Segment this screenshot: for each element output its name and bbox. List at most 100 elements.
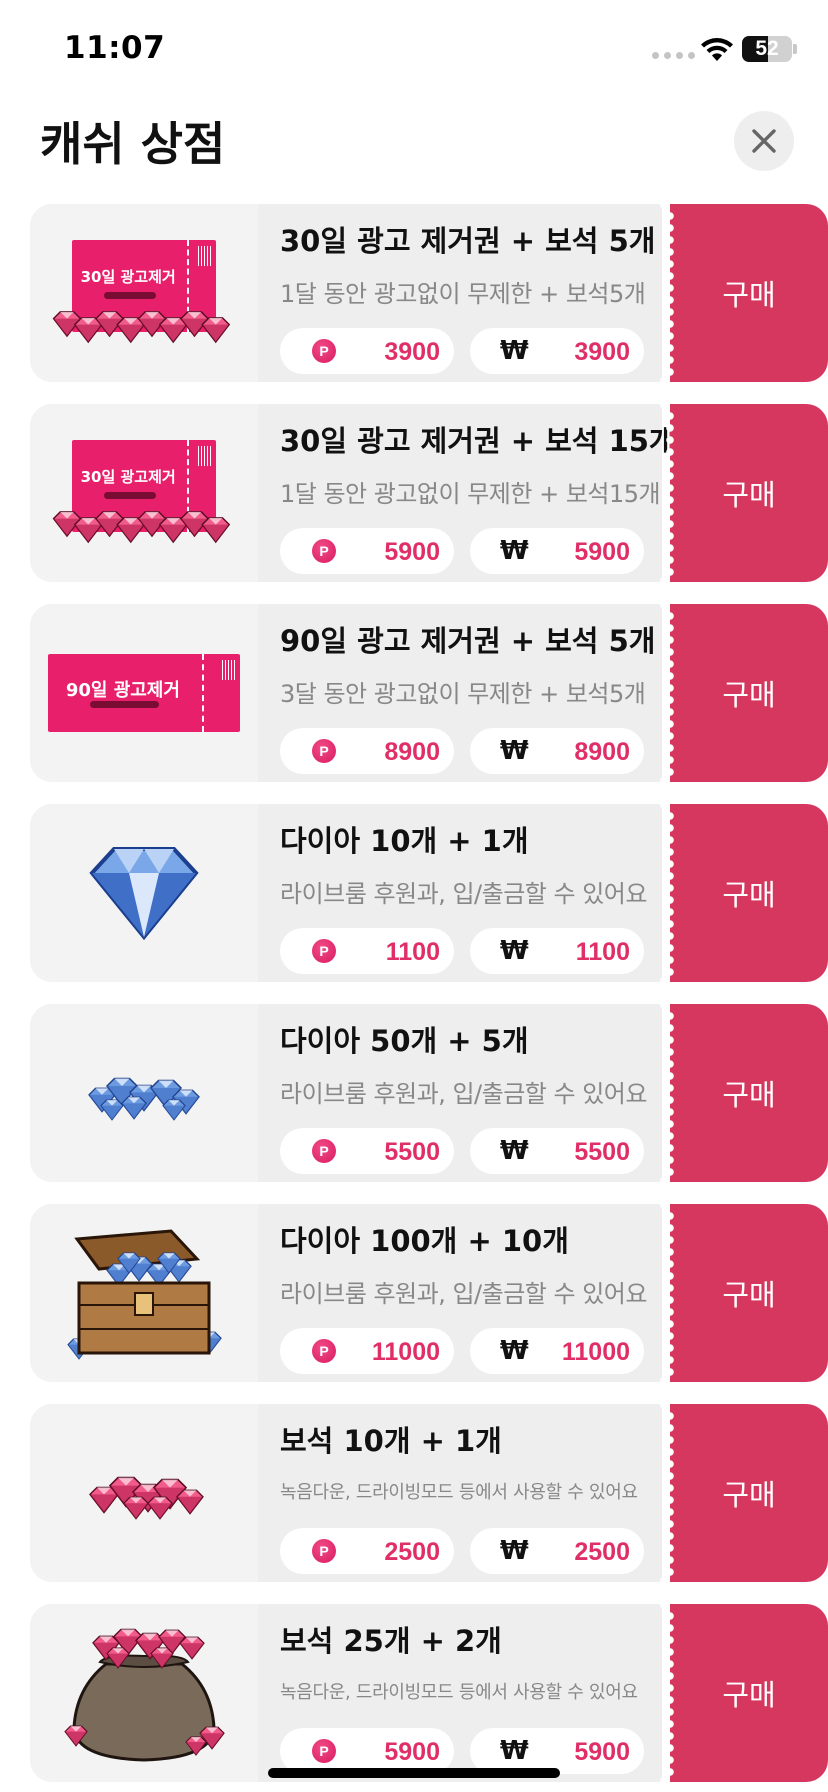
point-coin-icon: P (312, 939, 336, 963)
ticket-with-gems-icon: 30일 광고제거 (49, 228, 239, 358)
gem-pile-icon (52, 311, 231, 344)
home-indicator[interactable] (268, 1768, 560, 1778)
product-card[interactable]: 30일 광고제거 30일 광고 (30, 197, 828, 389)
product-card[interactable]: 다이아 50개 + 5개 라이브룸 후원과, 입/출금할 수 있어요 P 550… (30, 997, 828, 1189)
gem-pile-icon (89, 1476, 204, 1520)
point-coin-icon: P (312, 1739, 336, 1763)
product-card[interactable]: 90일 광고제거 90일 광고 제거권 + 보석 5개 3달 동안 광고없이 무… (30, 597, 828, 789)
point-price-button[interactable]: P 1100 (280, 928, 454, 974)
product-info: 다이아 50개 + 5개 라이브룸 후원과, 입/출금할 수 있어요 P 550… (258, 1004, 662, 1182)
point-price-button[interactable]: P 5500 (280, 1128, 454, 1174)
product-info: 90일 광고 제거권 + 보석 5개 3달 동안 광고없이 무제한 + 보석5개… (258, 604, 662, 782)
close-button[interactable] (734, 111, 794, 171)
product-info: 다이아 100개 + 10개 라이브룸 후원과, 입/출금할 수 있어요 P 1… (258, 1204, 662, 1382)
product-description: 1달 동안 광고없이 무제한 + 보석15개 (280, 480, 661, 508)
buy-button[interactable]: 구매 (665, 604, 828, 782)
buy-button[interactable]: 구매 (665, 1004, 828, 1182)
product-title: 보석 25개 + 2개 (280, 1624, 502, 1658)
won-sign-icon: ₩ (500, 736, 529, 766)
buy-button[interactable]: 구매 (665, 1604, 828, 1782)
point-price-button[interactable]: P 11000 (280, 1328, 454, 1374)
won-sign-icon: ₩ (500, 536, 529, 566)
product-description: 녹음다운, 드라이빙모드 등에서 사용할 수 있어요 (280, 1682, 638, 1703)
won-sign-icon: ₩ (500, 1336, 529, 1366)
product-card-body: 보석 10개 + 1개 녹음다운, 드라이빙모드 등에서 사용할 수 있어요 P… (30, 1404, 662, 1582)
product-card-body: 30일 광고제거 30일 광고 (30, 404, 676, 582)
ticket-label: 90일 광고제거 (65, 680, 180, 701)
product-card-body: 90일 광고제거 90일 광고 제거권 + 보석 5개 3달 동안 광고없이 무… (30, 604, 662, 782)
point-price: 11000 (371, 1338, 440, 1366)
product-description: 라이브룸 후원과, 입/출금할 수 있어요 (280, 1080, 647, 1108)
product-title: 다이아 50개 + 5개 (280, 1024, 529, 1058)
product-title: 다이아 100개 + 10개 (280, 1224, 569, 1258)
point-coin-icon: P (312, 1539, 336, 1563)
point-price: 8900 (384, 738, 440, 766)
buy-button[interactable]: 구매 (665, 1404, 828, 1582)
status-time: 11:07 (64, 30, 166, 66)
buy-button-label: 구매 (722, 1478, 776, 1512)
product-card[interactable]: 다이아 100개 + 10개 라이브룸 후원과, 입/출금할 수 있어요 P 1… (30, 1197, 828, 1389)
product-info: 30일 광고 제거권 + 보석 15개 1달 동안 광고없이 무제한 + 보석1… (258, 404, 676, 582)
point-coin-icon: P (312, 739, 336, 763)
product-thumbnail (30, 1204, 258, 1382)
close-icon (752, 129, 776, 153)
buy-button-label: 구매 (722, 678, 776, 712)
won-price: 5500 (574, 1138, 630, 1166)
won-price: 1100 (575, 938, 630, 966)
gem-pile-icon (52, 511, 231, 544)
product-title: 보석 10개 + 1개 (280, 1424, 502, 1458)
treasure-chest-icon (67, 1229, 222, 1360)
won-price: 3900 (574, 338, 630, 366)
product-thumbnail (30, 1004, 258, 1182)
wifi-icon (701, 38, 733, 61)
product-title: 30일 광고 제거권 + 보석 5개 (280, 224, 656, 258)
won-sign-icon: ₩ (500, 1736, 529, 1766)
product-thumbnail (30, 1604, 258, 1782)
point-price-button[interactable]: P 3900 (280, 328, 454, 374)
point-price-button[interactable]: P 5900 (280, 528, 454, 574)
buy-button-label: 구매 (722, 878, 776, 912)
won-price: 2500 (574, 1538, 630, 1566)
point-price-button[interactable]: P 8900 (280, 728, 454, 774)
won-price: 8900 (574, 738, 630, 766)
ticket-with-gems-icon: 30일 광고제거 (49, 428, 239, 558)
product-info: 보석 25개 + 2개 녹음다운, 드라이빙모드 등에서 사용할 수 있어요 P… (258, 1604, 662, 1782)
product-card-body: 30일 광고제거 30일 광고 (30, 204, 662, 382)
won-price-button[interactable]: ₩ 5900 (470, 528, 644, 574)
product-description: 1달 동안 광고없이 무제한 + 보석5개 (280, 280, 646, 308)
buy-button-label: 구매 (722, 478, 776, 512)
product-card[interactable]: 30일 광고제거 30일 광고 (30, 397, 828, 589)
product-card[interactable]: 보석 10개 + 1개 녹음다운, 드라이빙모드 등에서 사용할 수 있어요 P… (30, 1397, 828, 1589)
product-card-body: 다이아 50개 + 5개 라이브룸 후원과, 입/출금할 수 있어요 P 550… (30, 1004, 662, 1182)
point-price: 3900 (384, 338, 440, 366)
won-price-button[interactable]: ₩ 8900 (470, 728, 644, 774)
won-price-button[interactable]: ₩ 3900 (470, 328, 644, 374)
product-title: 30일 광고 제거권 + 보석 15개 (280, 424, 676, 458)
won-price-button[interactable]: ₩ 11000 (470, 1328, 644, 1374)
point-price: 5900 (384, 538, 440, 566)
won-price-button[interactable]: ₩ 1100 (470, 928, 644, 974)
buy-button[interactable]: 구매 (665, 404, 828, 582)
point-price-button[interactable]: P 2500 (280, 1528, 454, 1574)
diamond-icon (89, 847, 199, 941)
won-price-button[interactable]: ₩ 2500 (470, 1528, 644, 1574)
won-price-button[interactable]: ₩ 5500 (470, 1128, 644, 1174)
ticket-label: 30일 광고제거 (80, 268, 176, 286)
product-card[interactable]: 보석 25개 + 2개 녹음다운, 드라이빙모드 등에서 사용할 수 있어요 P… (30, 1597, 828, 1789)
buy-button[interactable]: 구매 (665, 804, 828, 982)
product-title: 90일 광고 제거권 + 보석 5개 (280, 624, 656, 658)
product-title: 다이아 10개 + 1개 (280, 824, 529, 858)
point-coin-icon: P (312, 1139, 336, 1163)
product-thumbnail: 90일 광고제거 (30, 604, 258, 782)
ticket-icon: 90일 광고제거 (48, 654, 240, 732)
product-card[interactable]: 다이아 10개 + 1개 라이브룸 후원과, 입/출금할 수 있어요 P 110… (30, 797, 828, 989)
buy-button-label: 구매 (722, 1078, 776, 1112)
product-thumbnail (30, 1404, 258, 1582)
battery-icon: 52 (742, 36, 792, 62)
page-title: 캐쉬 상점 (40, 117, 226, 171)
point-price: 5900 (384, 1738, 440, 1766)
product-thumbnail (30, 804, 258, 982)
point-price: 1100 (385, 938, 440, 966)
buy-button[interactable]: 구매 (665, 204, 828, 382)
buy-button[interactable]: 구매 (665, 1204, 828, 1382)
